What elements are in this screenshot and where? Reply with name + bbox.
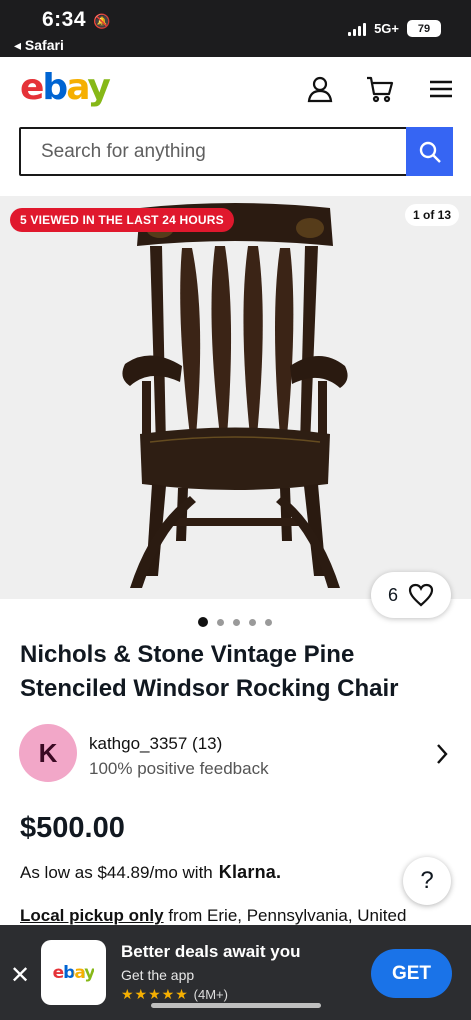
klarna-logo[interactable]: Klarna. [219, 862, 281, 883]
star-icon: ★★★★★ [121, 986, 189, 1002]
pickup-info: Local pickup only from Erie, Pennsylvani… [20, 906, 406, 926]
user-icon[interactable] [306, 75, 334, 103]
signal-icon [348, 22, 367, 36]
listing-title: Nichols & Stone Vintage Pine Stenciled W… [20, 641, 399, 702]
seller-name: kathgo_3357 (13) [89, 734, 223, 753]
status-bar: 6:34 🔕 ◂ Safari 5G+ 79 [0, 0, 471, 57]
product-image-gallery[interactable]: 5 VIEWED IN THE LAST 24 HOURS 1 of 13 [0, 196, 471, 599]
close-icon[interactable]: ✕ [10, 961, 30, 990]
pagination-dot[interactable] [249, 618, 256, 626]
financing-text: As low as $44.89/mo with [20, 863, 213, 882]
search-input[interactable] [21, 129, 406, 174]
status-time: 6:34 🔕 [42, 8, 111, 32]
ebay-logo[interactable]: ebay [20, 67, 111, 108]
item-price: $500.00 [20, 812, 125, 844]
pagination-dot[interactable] [233, 618, 240, 626]
app-logo: ebay [41, 940, 106, 1005]
search-bar [19, 127, 453, 176]
chevron-right-icon [437, 744, 448, 764]
pickup-location: from Erie, Pennsylvania, United [163, 906, 407, 925]
pagination-dot[interactable] [198, 617, 208, 627]
pagination-dot[interactable] [265, 618, 272, 626]
battery-level: 79 [417, 22, 431, 35]
pagination-dot[interactable] [217, 618, 224, 626]
rocking-chair-image [122, 203, 348, 588]
financing-line: As low as $44.89/mo with Klarna. [20, 862, 281, 883]
banner-headline: Better deals await you [121, 942, 301, 961]
bell-slash-icon: 🔕 [89, 13, 112, 29]
app-header: ebay [0, 57, 471, 119]
help-icon: ? [420, 867, 434, 894]
help-button[interactable]: ? [403, 857, 451, 905]
viewed-badge: 5 VIEWED IN THE LAST 24 HOURS [10, 208, 234, 232]
search-button[interactable] [406, 127, 453, 176]
gallery-pagination [198, 617, 272, 627]
seller-feedback: 100% positive feedback [89, 759, 269, 778]
watch-button[interactable]: 6 [371, 572, 451, 618]
pickup-label[interactable]: Local pickup only [20, 906, 164, 925]
watch-count: 6 [387, 584, 398, 605]
cart-icon[interactable] [366, 75, 394, 103]
menu-icon[interactable] [427, 75, 455, 103]
avatar: K [19, 724, 77, 782]
logo-letter-e: e [20, 67, 44, 108]
search-icon [419, 141, 441, 163]
get-app-button[interactable]: GET [371, 949, 452, 998]
back-to-safari[interactable]: ◂ Safari [14, 37, 64, 54]
rating-stars: ★★★★★ (4M+) [121, 986, 228, 1003]
status-indicators: 5G+ 79 [348, 20, 441, 37]
battery-icon: 79 [407, 20, 441, 37]
seller-card[interactable]: K kathgo_3357 (13) 100% positive feedbac… [19, 724, 453, 784]
rating-count: (4M+) [193, 987, 228, 1002]
banner-subtext: Get the app [121, 967, 195, 983]
logo-letter-y: y [87, 67, 111, 108]
app-logo-text: ebay [52, 962, 96, 983]
logo-letter-b: b [42, 67, 68, 108]
home-indicator[interactable] [151, 1003, 321, 1008]
heart-icon [408, 583, 434, 607]
network-label: 5G+ [374, 21, 399, 36]
time-text: 6:34 [42, 8, 87, 31]
image-counter: 1 of 13 [404, 204, 459, 226]
logo-letter-a: a [66, 67, 89, 108]
